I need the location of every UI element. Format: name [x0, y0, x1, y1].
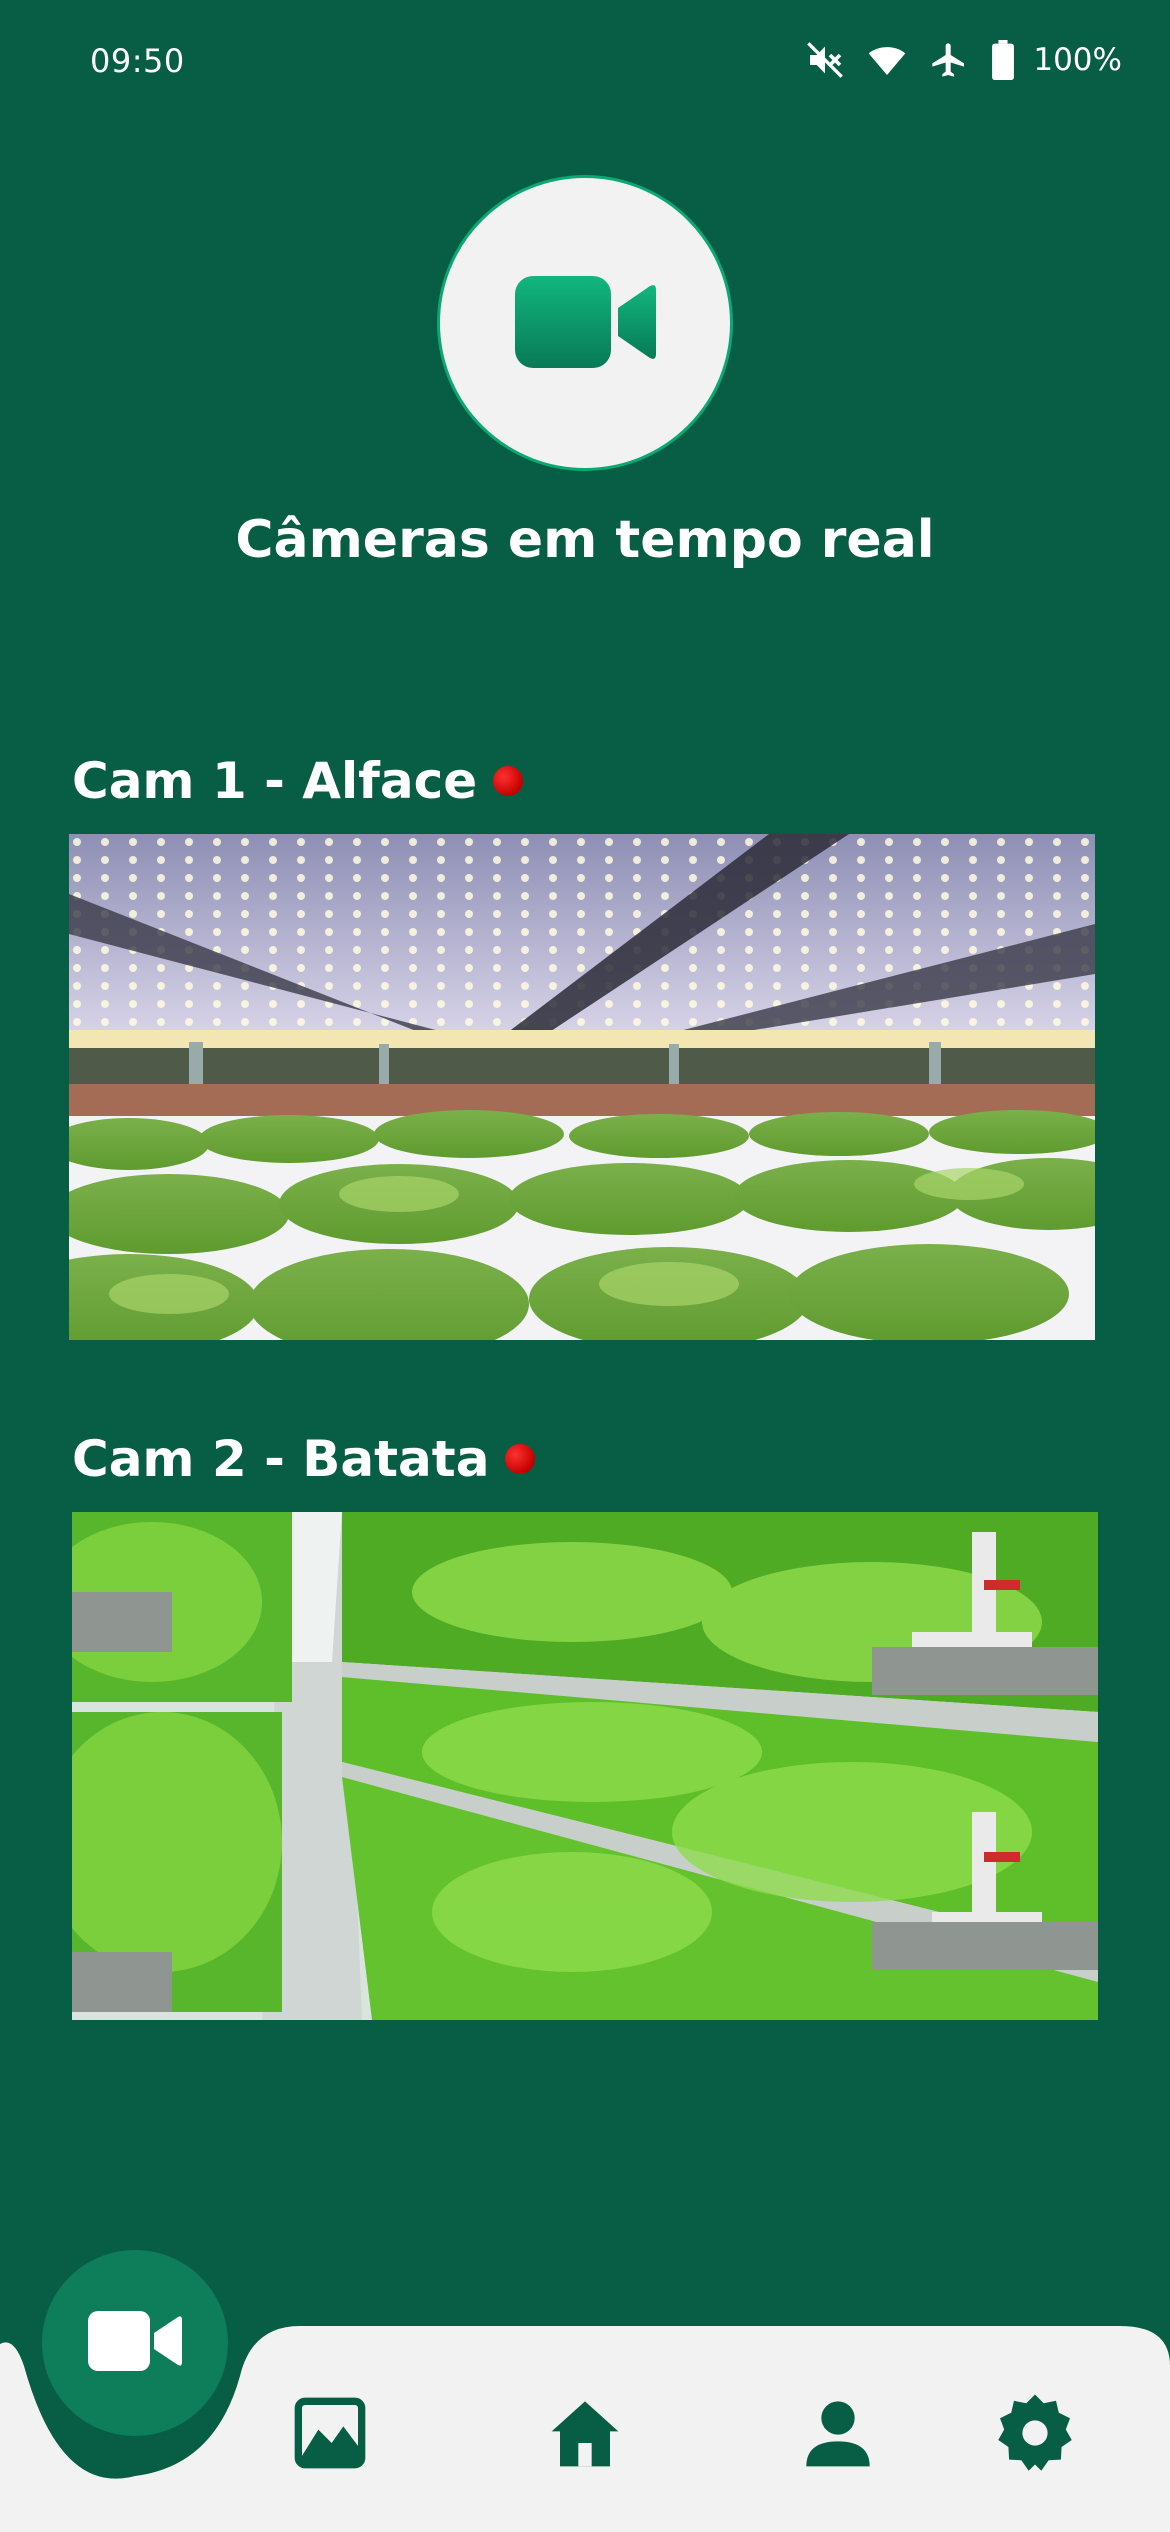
cam-1-label: Cam 1 - Alface [72, 752, 478, 810]
mute-icon [805, 40, 845, 80]
cam-2-label: Cam 2 - Batata [72, 1430, 490, 1488]
wifi-icon [867, 40, 907, 80]
nav-settings-button[interactable] [980, 2380, 1090, 2490]
live-indicator [493, 766, 524, 796]
page-title: Câmeras em tempo real [235, 510, 935, 570]
settings-icon [993, 2391, 1077, 2479]
header-camera-badge [437, 175, 733, 471]
nav-home-button[interactable] [530, 2380, 640, 2490]
cam-2-feed[interactable] [72, 1512, 1098, 2020]
status-time: 09:50 [90, 42, 185, 80]
cam-1-feed[interactable] [69, 834, 1095, 1340]
battery-icon [991, 40, 1015, 80]
cam-2-label-row: Cam 2 - Batata [72, 1430, 536, 1488]
airplane-icon [929, 40, 969, 80]
status-icons: 100% [805, 38, 1122, 82]
battery-percent: 100% [1033, 42, 1122, 78]
cam-1-label-row: Cam 1 - Alface [72, 752, 524, 810]
video-camera-icon [510, 266, 660, 380]
status-bar: 09:50 100% [0, 0, 1170, 130]
nav-profile-button[interactable] [783, 2380, 893, 2490]
nav-gallery-button[interactable] [275, 2380, 385, 2490]
video-camera-icon [88, 2309, 182, 2377]
home-icon [545, 2393, 625, 2477]
live-indicator [505, 1444, 536, 1474]
nav-cameras-button[interactable] [42, 2250, 228, 2436]
gallery-icon [290, 2393, 370, 2477]
profile-icon [798, 2393, 878, 2477]
